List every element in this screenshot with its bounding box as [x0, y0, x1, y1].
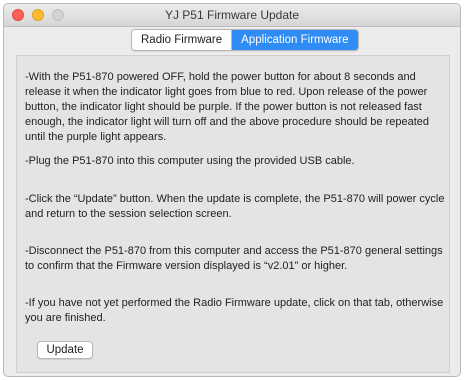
instruction-click-update: -Click the “Update” button. When the upd… [25, 193, 445, 220]
instruction-power-off: -With the P51-870 powered OFF, hold the … [25, 71, 430, 143]
title-bar: YJ P51 Firmware Update [4, 4, 460, 27]
firmware-tab-bar: Radio Firmware Application Firmware [131, 29, 359, 51]
app-window: YJ P51 Firmware Update Radio Firmware Ap… [3, 3, 461, 377]
instruction-disconnect: -Disconnect the P51-870 from this comput… [25, 245, 443, 272]
instruction-plug-usb: -Plug the P51-870 into this computer usi… [25, 155, 355, 167]
tab-application-firmware[interactable]: Application Firmware [232, 30, 358, 50]
tab-radio-firmware[interactable]: Radio Firmware [132, 30, 233, 50]
window-title: YJ P51 Firmware Update [164, 8, 300, 22]
instruction-radio-firmware: -If you have not yet performed the Radio… [25, 297, 444, 324]
update-button[interactable]: Update [37, 341, 93, 359]
instructions-panel: -With the P51-870 powered OFF, hold the … [16, 55, 450, 373]
